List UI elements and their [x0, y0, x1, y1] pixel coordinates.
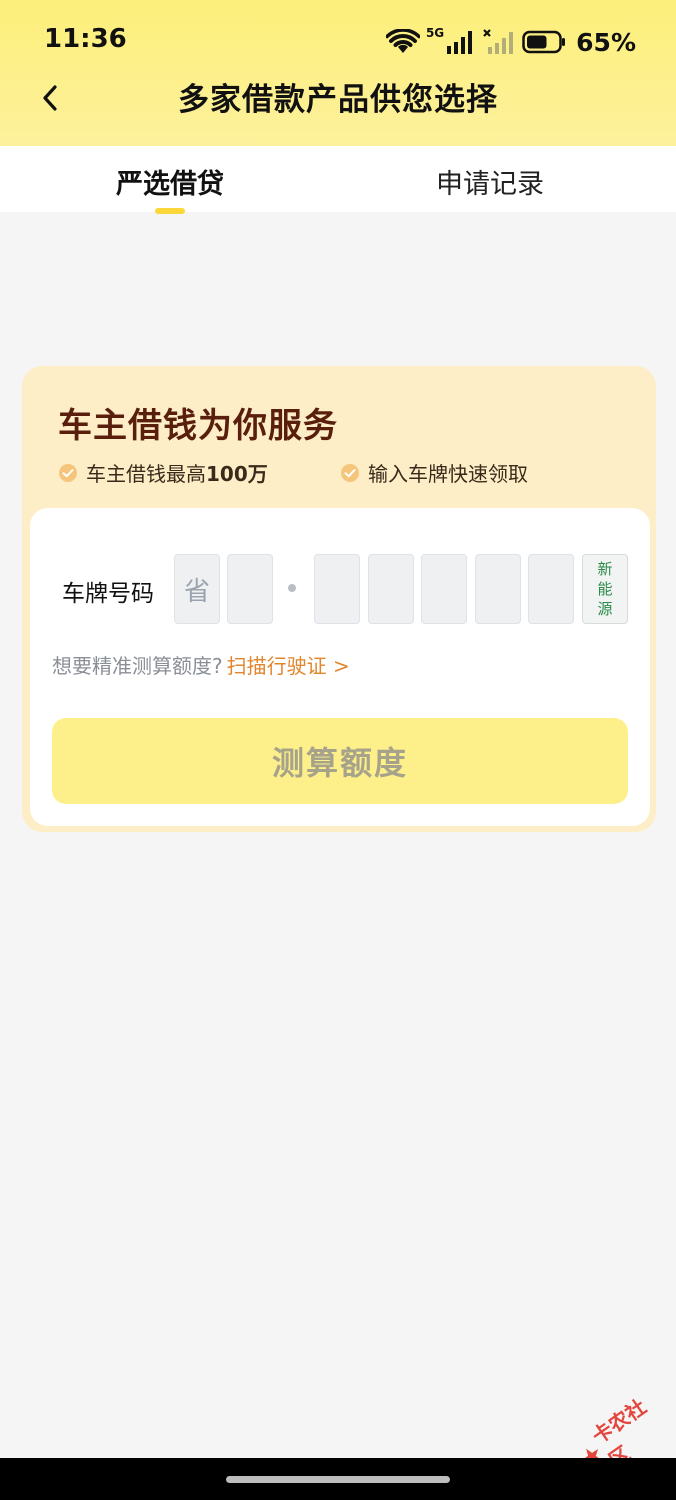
calculate-limit-button[interactable]: 测算额度 [52, 718, 628, 804]
plate-char-input-2[interactable] [368, 554, 414, 624]
home-indicator[interactable] [226, 1476, 450, 1483]
wifi-icon [385, 29, 420, 53]
plate-number-label: 车牌号码 [62, 581, 154, 607]
system-navigation-bar [0, 1458, 676, 1500]
check-badge-icon [59, 463, 77, 482]
plate-new-energy-input[interactable]: 新 能 源 [582, 554, 628, 624]
card-title: 车主借钱为你服务 [58, 406, 338, 446]
check-badge-icon [341, 463, 359, 482]
precise-estimate-hint: 想要精准测算额度? 扫描行驶证 > [52, 654, 350, 678]
status-icons: 5G 65% [385, 22, 636, 62]
plate-char-input-5[interactable] [528, 554, 574, 624]
plate-province-input[interactable]: 省 [174, 554, 220, 624]
tab-bar: 严选借贷 申请记录 [0, 146, 676, 214]
car-owner-loan-card: 车主借钱为你服务 车主借钱最高100万 输入车牌快速领取 车牌号码 省 新 能 … [22, 366, 656, 832]
signal-strength-icon [447, 31, 473, 54]
battery-percent: 65% [576, 27, 636, 57]
nav-bar: 多家借款产品供您选择 [0, 68, 676, 128]
feature-text: 车主借钱最高100万 [86, 462, 268, 486]
page-title: 多家借款产品供您选择 [178, 82, 498, 118]
no-signal-icon [483, 29, 514, 54]
plate-char-input-4[interactable] [475, 554, 521, 624]
plate-input-panel: 车牌号码 省 新 能 源 想要精准测算额度? 扫描行驶证 > 测算额度 [30, 508, 650, 826]
battery-icon [522, 30, 566, 54]
feature-text: 输入车牌快速领取 [368, 462, 528, 486]
feature-max-amount: 车主借钱最高100万 [58, 458, 268, 487]
network-type-label: 5G [425, 26, 445, 40]
plate-separator-dot [288, 584, 296, 592]
plate-letter-input[interactable] [227, 554, 273, 624]
header: 11:36 5G 65% 多家借款产品供您选择 [0, 0, 676, 146]
plate-char-input-3[interactable] [421, 554, 467, 624]
tab-selected-loans[interactable]: 严选借贷 [60, 162, 280, 206]
plate-char-input-1[interactable] [314, 554, 360, 624]
feature-quick-claim: 输入车牌快速领取 [340, 458, 528, 487]
scan-license-link[interactable]: 扫描行驶证 > [227, 654, 350, 678]
tab-application-records[interactable]: 申请记录 [380, 162, 600, 206]
status-time: 11:36 [44, 24, 127, 54]
active-tab-indicator [155, 208, 185, 214]
